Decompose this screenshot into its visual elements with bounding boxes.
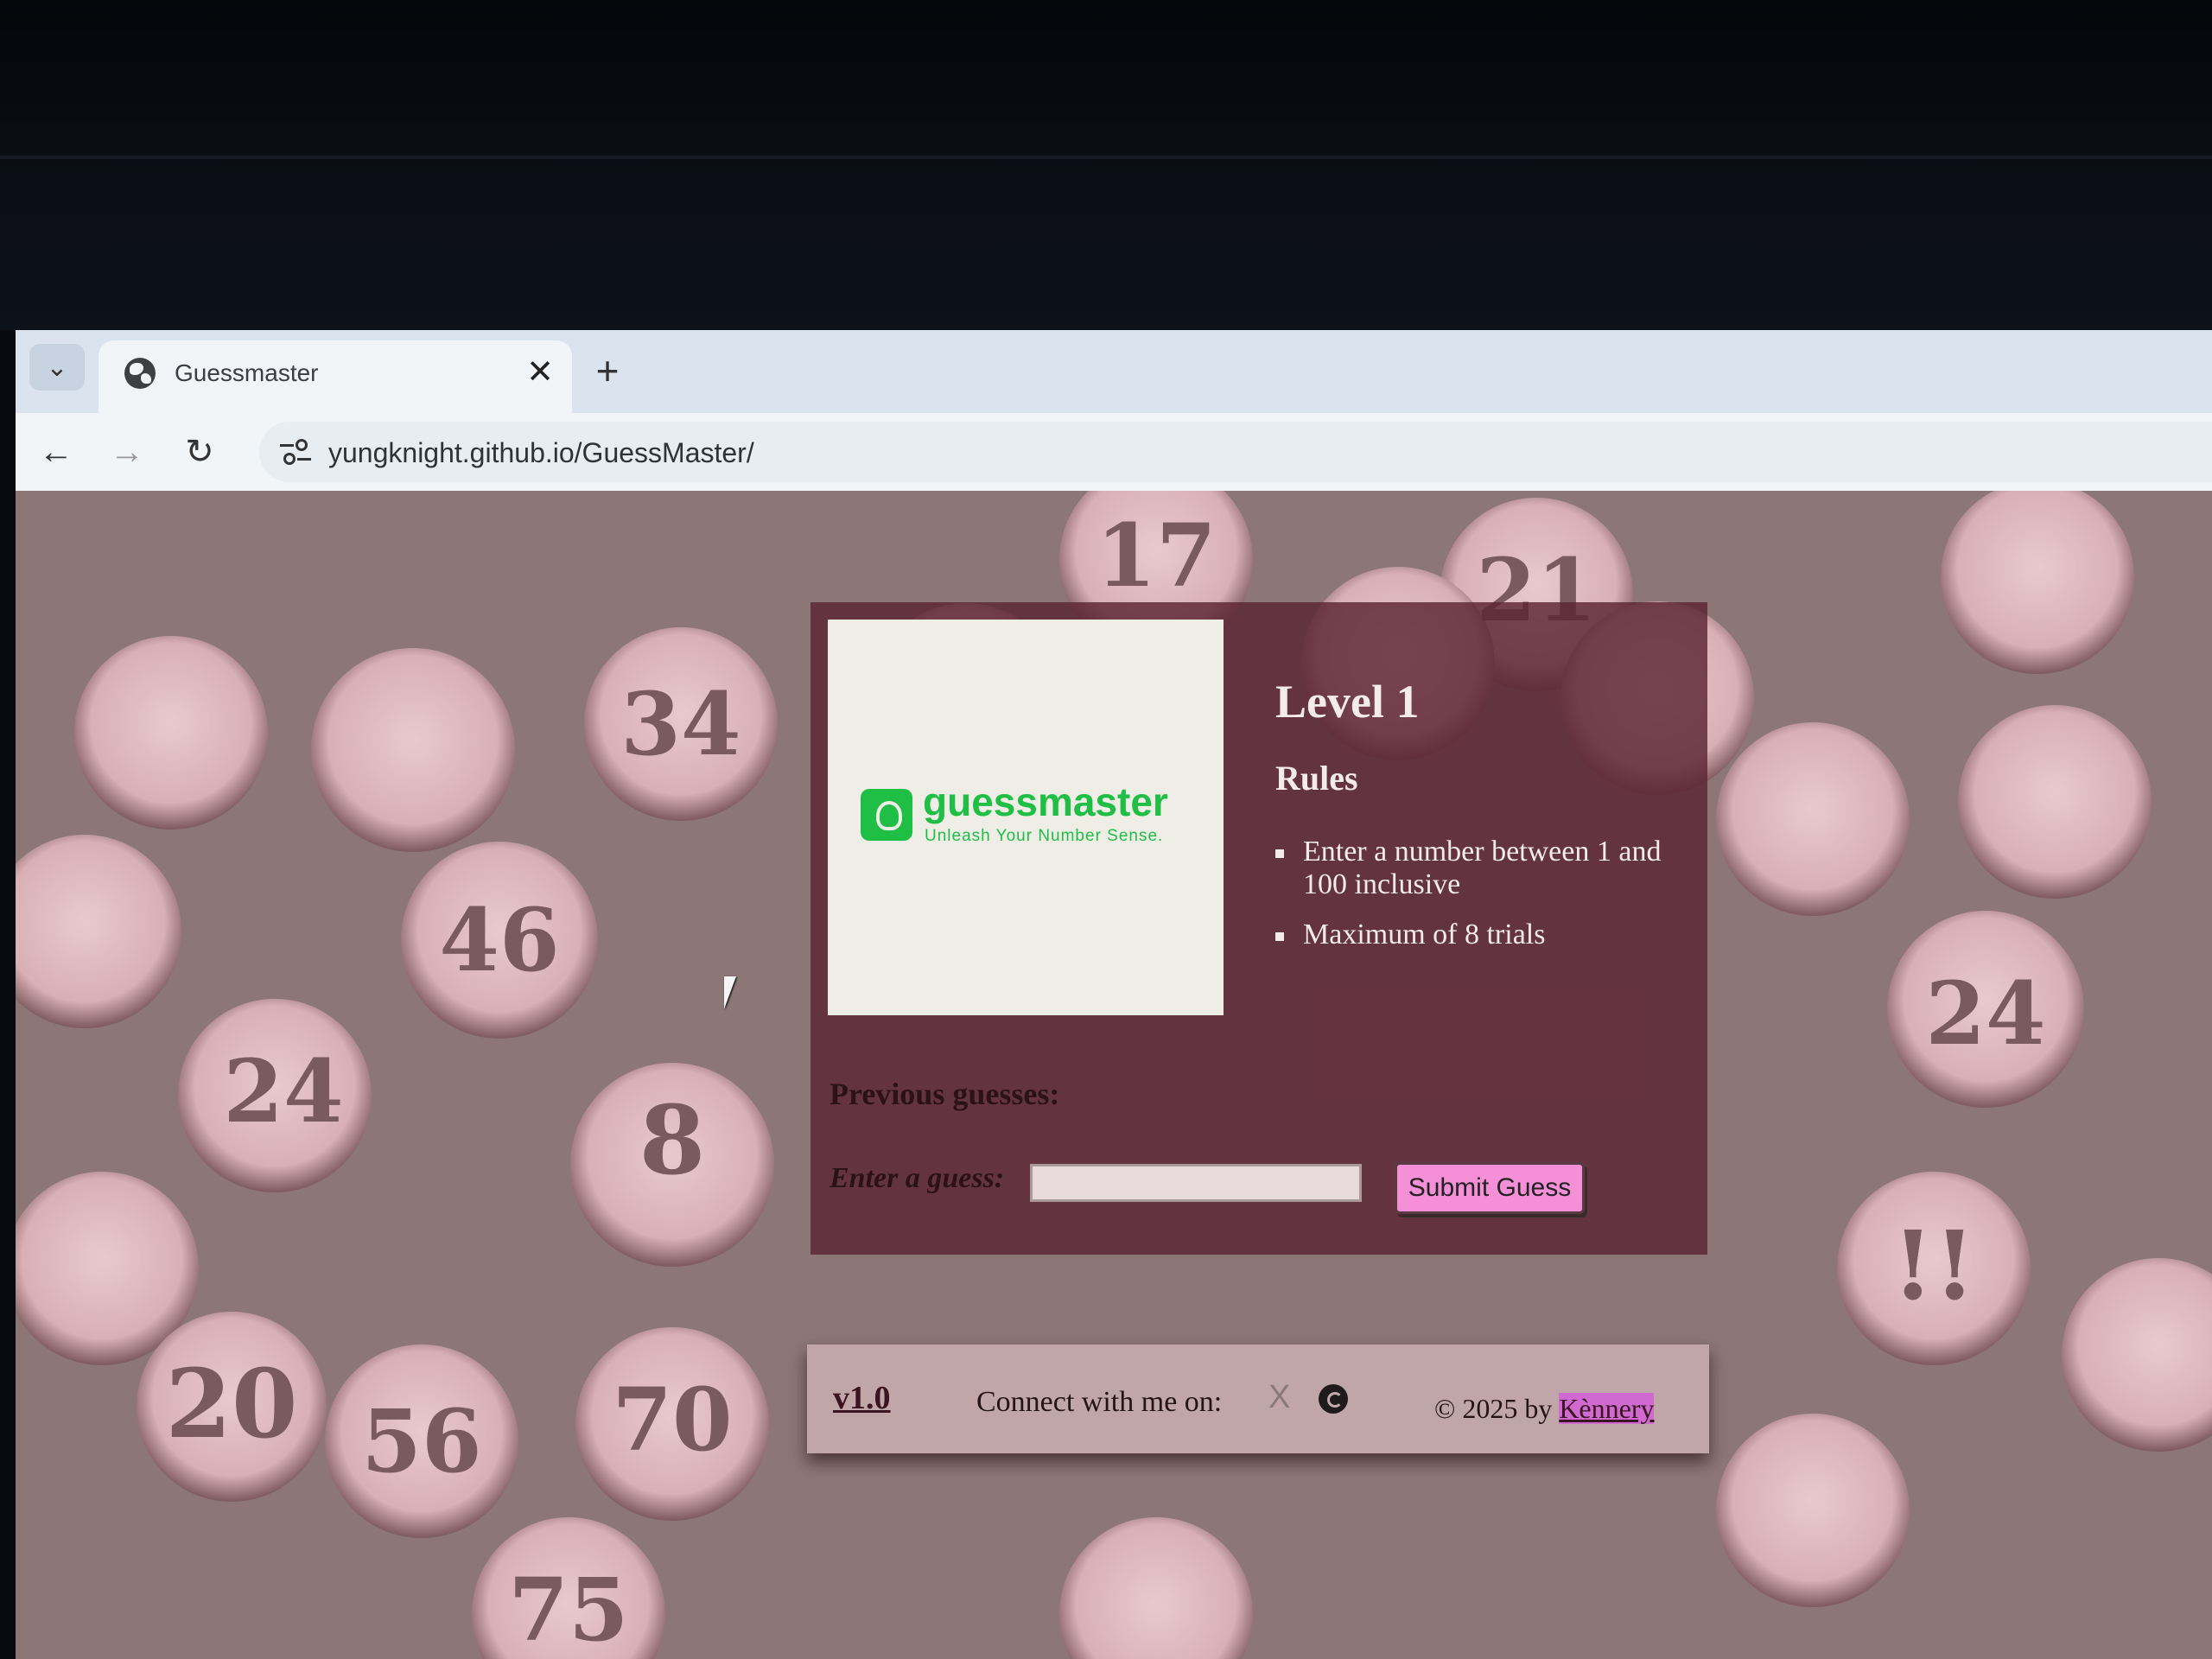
game-card: guessmaster Unleash Your Number Sense. L… — [810, 602, 1707, 1255]
copyright-prefix: © 2025 by — [1434, 1393, 1553, 1424]
new-tab-button[interactable]: + — [586, 349, 629, 392]
globe-icon — [124, 358, 156, 389]
whatsapp-icon[interactable] — [1319, 1384, 1348, 1414]
monitor-bezel — [0, 0, 2212, 330]
back-button[interactable]: ← — [35, 430, 78, 474]
level-heading: Level 1 — [1275, 676, 1420, 728]
logo-icon — [861, 789, 912, 841]
guess-input[interactable] — [1030, 1164, 1362, 1202]
submit-guess-button[interactable]: Submit Guess — [1395, 1162, 1585, 1214]
tab-title: Guessmaster — [175, 359, 319, 386]
rules-heading: Rules — [1275, 759, 1358, 798]
url-text: yungknight.github.io/GuessMaster/ — [328, 437, 754, 468]
svg-text:!!: !! — [1892, 1210, 1976, 1321]
x-social-icon[interactable]: X — [1268, 1379, 1301, 1415]
previous-guesses-label: Previous guesses: — [830, 1077, 1060, 1111]
svg-text:34: 34 — [620, 673, 741, 775]
svg-text:56: 56 — [361, 1390, 481, 1492]
svg-text:20: 20 — [165, 1348, 297, 1459]
svg-text:8: 8 — [639, 1084, 706, 1196]
svg-text:75: 75 — [508, 1559, 628, 1659]
svg-text:70: 70 — [612, 1369, 732, 1471]
svg-text:17: 17 — [1096, 505, 1216, 607]
rule-item: Maximum of 8 trials — [1275, 918, 1681, 951]
mouse-cursor-icon — [724, 976, 748, 1009]
svg-text:24: 24 — [223, 1040, 343, 1142]
copyright-text: © 2025 by Kènnery — [1434, 1393, 1655, 1425]
browser-toolbar: ← → ↻ yungknight.github.io/GuessMaster/ — [16, 413, 2212, 491]
close-tab-icon[interactable]: ✕ — [520, 353, 560, 392]
forward-button[interactable]: → — [105, 430, 149, 474]
rule-item: Enter a number between 1 and 100 inclusi… — [1275, 836, 1681, 901]
reload-button[interactable]: ↻ — [178, 430, 221, 474]
logo-tagline: Unleash Your Number Sense. — [925, 827, 1164, 845]
tab-list-button[interactable]: ⌄ — [29, 344, 85, 391]
connect-text: Connect with me on: — [976, 1386, 1223, 1418]
browser-tab[interactable]: Guessmaster ✕ — [99, 340, 572, 413]
site-info-icon[interactable] — [280, 434, 316, 470]
author-link[interactable]: Kènnery — [1559, 1393, 1655, 1424]
address-bar[interactable]: yungknight.github.io/GuessMaster/ — [259, 422, 2212, 482]
logo-panel: guessmaster Unleash Your Number Sense. — [828, 620, 1224, 1015]
logo-name: guessmaster — [923, 779, 1168, 824]
svg-text:46: 46 — [439, 889, 559, 991]
version-link[interactable]: v1.0 — [833, 1379, 891, 1417]
tab-strip: ⌄ Guessmaster ✕ + — [16, 330, 2212, 413]
chevron-down-icon: ⌄ — [46, 353, 68, 382]
rules-list: Enter a number between 1 and 100 inclusi… — [1275, 836, 1681, 969]
guess-input-label: Enter a guess: — [830, 1162, 1005, 1194]
svg-text:24: 24 — [1925, 963, 2045, 1065]
page-footer: v1.0 Connect with me on: X © 2025 by Kèn… — [807, 1344, 1709, 1453]
